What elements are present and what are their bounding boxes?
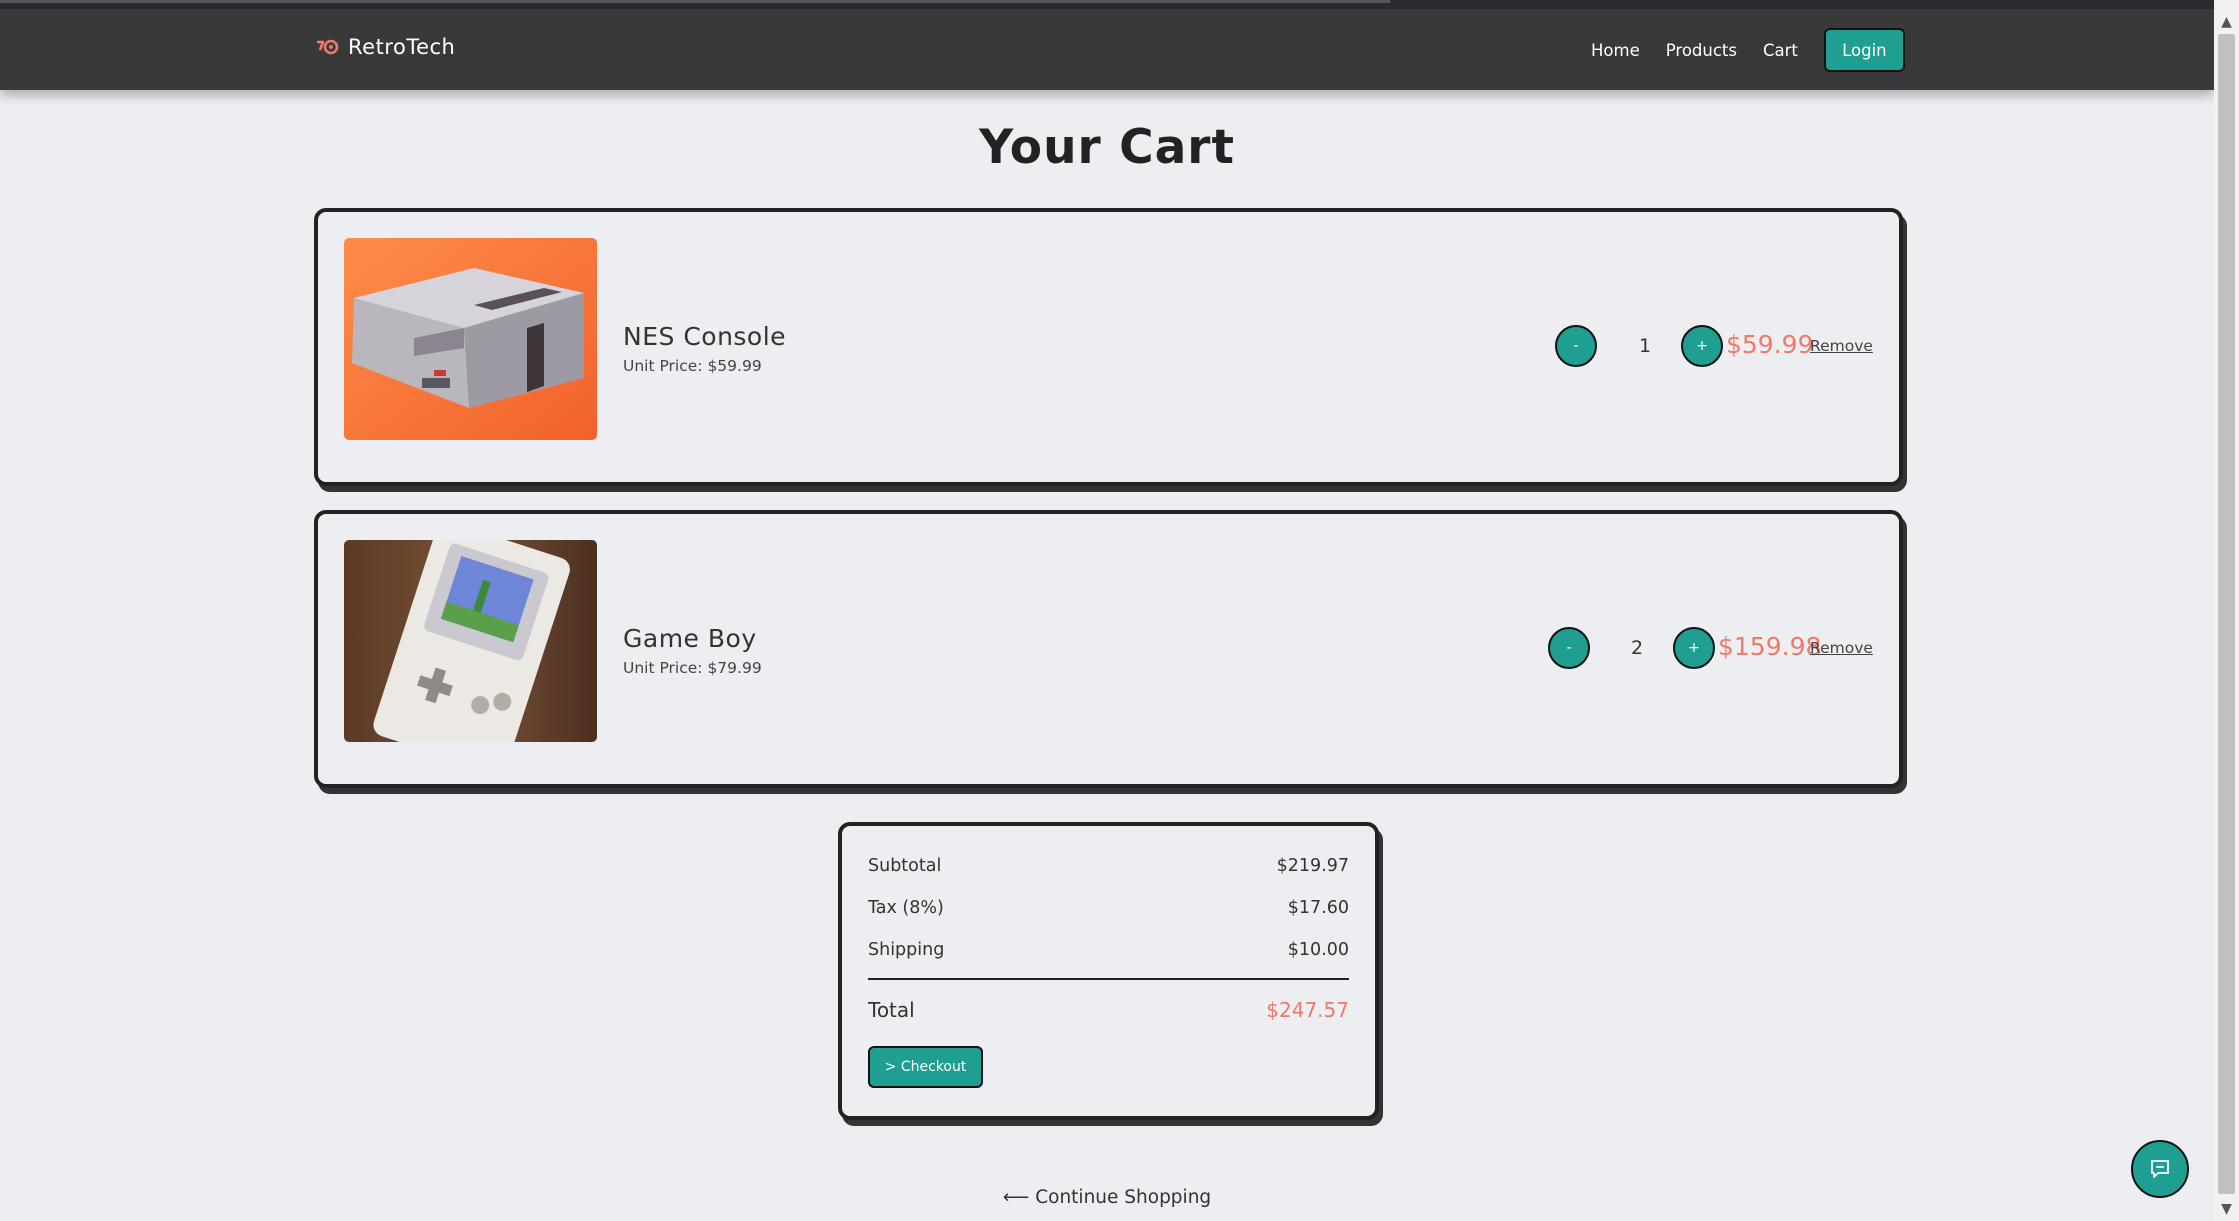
increase-quantity-button[interactable]: + xyxy=(1673,627,1715,669)
order-summary: Subtotal $219.97 Tax (8%) $17.60 Shippin… xyxy=(838,822,1379,1120)
item-unit-price: Unit Price: $59.99 xyxy=(623,357,762,375)
total-row: Total $247.57 xyxy=(868,998,1349,1022)
nav-home-link[interactable]: Home xyxy=(1591,41,1640,60)
scrollbar[interactable]: ▲ ▼ xyxy=(2214,0,2239,1221)
browser-top-strip xyxy=(0,0,2214,9)
item-name: Game Boy xyxy=(623,624,757,653)
subtotal-row: Subtotal $219.97 xyxy=(868,856,1349,876)
brand-name: RetroTech xyxy=(348,35,456,59)
continue-shopping-link[interactable]: ⟵ Continue Shopping xyxy=(0,1187,2214,1208)
brand-logo[interactable]: RetroTech xyxy=(314,35,455,59)
game-boy-photo xyxy=(344,540,597,742)
nes-console-photo xyxy=(344,238,597,440)
shipping-row: Shipping $10.00 xyxy=(868,940,1349,960)
item-line-total: $159.98 xyxy=(1718,632,1822,661)
nes-console-image xyxy=(344,238,597,440)
nav-links: Home Products Cart Login xyxy=(1591,28,1905,72)
decrease-quantity-button[interactable]: - xyxy=(1548,627,1590,669)
retro-logo-icon xyxy=(317,39,339,55)
remove-item-link[interactable]: Remove xyxy=(1810,337,1873,355)
shipping-label: Shipping xyxy=(868,940,945,960)
quantity-value: 1 xyxy=(1638,335,1652,357)
item-line-total: $59.99 xyxy=(1726,330,1814,359)
subtotal-label: Subtotal xyxy=(868,856,942,876)
nav-cart-link[interactable]: Cart xyxy=(1763,41,1798,60)
item-name: NES Console xyxy=(623,322,787,351)
scroll-up-icon[interactable]: ▲ xyxy=(2214,12,2239,32)
tax-value: $17.60 xyxy=(1287,898,1349,918)
remove-item-link[interactable]: Remove xyxy=(1810,639,1873,657)
checkout-button[interactable]: > Checkout xyxy=(868,1046,983,1088)
tax-row: Tax (8%) $17.60 xyxy=(868,898,1349,918)
decrease-quantity-button[interactable]: - xyxy=(1555,325,1597,367)
quantity-value: 2 xyxy=(1630,637,1644,659)
total-value: $247.57 xyxy=(1266,998,1349,1022)
login-button[interactable]: Login xyxy=(1823,28,1905,72)
chat-button[interactable] xyxy=(2131,1140,2189,1198)
shipping-value: $10.00 xyxy=(1287,940,1349,960)
game-boy-image xyxy=(344,540,597,742)
cart-item: NES Console Unit Price: $59.99 - 1 + $59… xyxy=(314,208,1903,486)
increase-quantity-button[interactable]: + xyxy=(1681,325,1723,367)
scroll-down-icon[interactable]: ▼ xyxy=(2214,1199,2239,1219)
scroll-thumb[interactable] xyxy=(2218,34,2235,1194)
total-label: Total xyxy=(868,998,915,1022)
chat-icon xyxy=(2151,1160,2169,1178)
cart-item: Game Boy Unit Price: $79.99 - 2 + $159.9… xyxy=(314,510,1903,788)
page-title: Your Cart xyxy=(979,120,1235,175)
nav-products-link[interactable]: Products xyxy=(1666,41,1737,60)
item-unit-price: Unit Price: $79.99 xyxy=(623,659,762,677)
navbar: RetroTech Home Products Cart Login xyxy=(0,9,2214,90)
subtotal-value: $219.97 xyxy=(1276,856,1349,876)
tax-label: Tax (8%) xyxy=(868,898,944,918)
summary-divider xyxy=(868,978,1349,980)
